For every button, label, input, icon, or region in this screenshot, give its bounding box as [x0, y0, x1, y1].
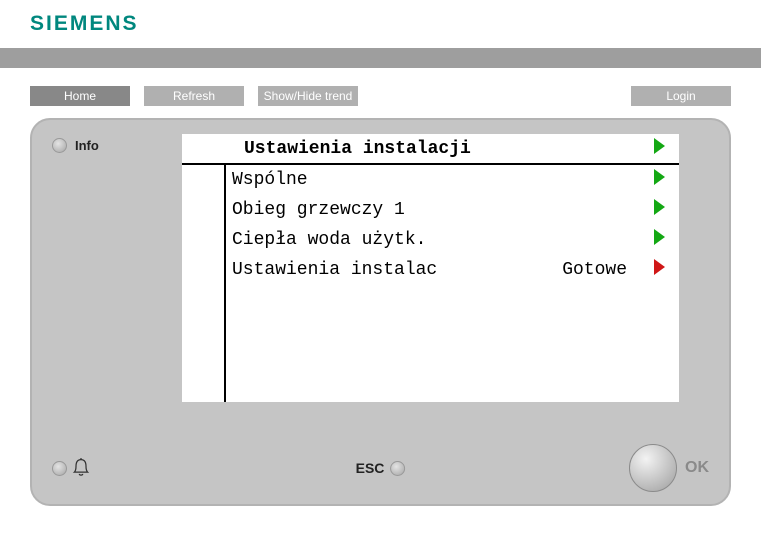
- trend-toggle-button[interactable]: Show/Hide trend: [258, 86, 358, 106]
- login-button[interactable]: Login: [631, 86, 731, 106]
- home-button[interactable]: Home: [30, 86, 130, 106]
- menu-item[interactable]: Ciepła woda użytk.: [182, 225, 679, 255]
- esc-button[interactable]: ESC: [356, 460, 406, 476]
- brand-logo: SIEMENS: [0, 0, 761, 48]
- ok-dial[interactable]: OK: [629, 444, 709, 492]
- bell-icon: [71, 457, 91, 479]
- ok-label: OK: [685, 459, 709, 477]
- alarm-button[interactable]: [52, 457, 91, 479]
- arrow-right-icon: [639, 199, 679, 221]
- screen-title: Ustawienia instalacji: [182, 139, 639, 159]
- refresh-button[interactable]: Refresh: [144, 86, 244, 106]
- lcd-screen: Ustawienia instalacji Wspólne Obieg grze…: [182, 134, 679, 402]
- info-label: Info: [75, 138, 99, 153]
- info-indicator: Info: [52, 138, 99, 153]
- panel-bottom-controls: ESC OK: [32, 444, 729, 492]
- title-arrow-icon: [639, 138, 679, 160]
- screen-title-row[interactable]: Ustawienia instalacji: [182, 134, 679, 165]
- arrow-right-icon: [639, 169, 679, 191]
- vertical-divider: [224, 165, 226, 402]
- alarm-led-icon: [52, 461, 67, 476]
- arrow-right-icon: [639, 229, 679, 251]
- menu-item[interactable]: Wspólne: [182, 165, 679, 195]
- menu-label: Ustawienia instalac: [182, 260, 562, 280]
- toolbar: Home Refresh Show/Hide trend Login: [0, 86, 761, 106]
- info-led-icon: [52, 138, 67, 153]
- menu-label: Ciepła woda użytk.: [182, 230, 627, 250]
- menu-label: Obieg grzewczy 1: [182, 200, 627, 220]
- menu-label: Wspólne: [182, 170, 627, 190]
- menu-item[interactable]: Ustawienia instalac Gotowe: [182, 255, 679, 285]
- esc-led-icon: [390, 461, 405, 476]
- menu-item[interactable]: Obieg grzewczy 1: [182, 195, 679, 225]
- esc-label: ESC: [356, 460, 385, 476]
- device-panel: Info Ustawienia instalacji Wspólne Obieg…: [30, 118, 731, 506]
- divider-bar: [0, 48, 761, 68]
- arrow-right-icon: [639, 259, 679, 281]
- menu-value: Gotowe: [562, 260, 639, 280]
- dial-knob-icon: [629, 444, 677, 492]
- menu-area: Wspólne Obieg grzewczy 1 Ciepła woda uży…: [182, 165, 679, 285]
